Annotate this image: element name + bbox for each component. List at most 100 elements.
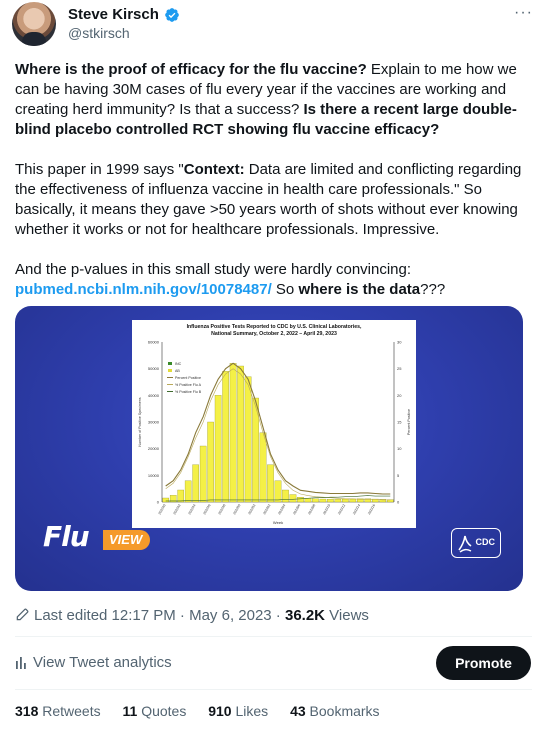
bold-context: Context: <box>183 161 245 178</box>
tweet-media-image[interactable]: 0 10000 20000 30000 40000 50000 60000 0 5 10 15 20 2… <box>15 306 523 591</box>
bar <box>162 497 170 503</box>
chart-card: 0 10000 20000 30000 40000 50000 60000 0 5 10 15 20 2… <box>132 320 416 528</box>
x-tick-label: 202306 <box>292 503 301 515</box>
x-tick-label: 202304 <box>277 503 286 515</box>
y-tick-label: 20000 <box>148 446 160 451</box>
y-tick-label: 10000 <box>148 473 160 478</box>
bar <box>327 499 334 503</box>
x-tick-label: 202246 <box>202 503 211 515</box>
paragraph-text: This paper in 1999 says " <box>15 161 184 178</box>
y-tick-label: 60000 <box>148 340 160 345</box>
hhs-eagle-icon <box>458 535 472 553</box>
flu-a-line <box>165 368 391 501</box>
tweet-paragraph-3: And the p-values in this small study wer… <box>15 260 525 300</box>
bar <box>229 363 237 503</box>
likes-label: Likes <box>235 703 269 719</box>
y-tick-label: 30000 <box>148 420 160 425</box>
paragraph-text: ??? <box>420 281 446 298</box>
bar <box>244 376 252 503</box>
x-tick-label: 202314 <box>352 503 361 515</box>
bar <box>267 464 274 503</box>
avatar[interactable] <box>12 2 56 46</box>
bar <box>184 480 192 503</box>
paragraph-text: So <box>271 281 299 298</box>
y-tick-label: 40000 <box>148 393 160 398</box>
more-options-icon[interactable]: ··· <box>514 4 533 22</box>
x-tick-label: 202312 <box>337 503 346 515</box>
legend-label: INC <box>175 362 182 366</box>
verified-badge-icon <box>165 8 179 22</box>
y-axis-label: Number of Positive Specimens <box>138 397 142 446</box>
bar <box>274 480 282 503</box>
cdc-text: CDC <box>475 537 496 547</box>
tweet-header: Steve Kirsch @stkirsch ··· <box>12 2 535 46</box>
flu-chart: 0100002000030000400005000060000051015202… <box>138 340 411 526</box>
tweet-text: Where is the proof of efficacy for the f… <box>15 60 525 320</box>
bar <box>289 494 297 503</box>
bookmarks-label: Bookmarks <box>309 703 380 719</box>
retweets-stat[interactable]: 318 Retweets <box>15 703 101 719</box>
bar <box>177 489 185 503</box>
views-label: Views <box>325 607 369 624</box>
bookmarks-stat[interactable]: 43 Bookmarks <box>290 703 380 719</box>
retweets-label: Retweets <box>42 703 101 719</box>
cdc-logo: CDC <box>451 528 501 558</box>
likes-count: 910 <box>208 703 232 719</box>
x-tick-label: 202244 <box>187 503 196 515</box>
x-tick-label: 202310 <box>322 503 331 515</box>
analytics-icon <box>16 657 26 669</box>
divider <box>15 636 532 637</box>
likes-stat[interactable]: 910 Likes <box>208 703 268 719</box>
bar <box>259 432 267 503</box>
tweet-meta: Last edited 12:17 PM · May 6, 2023 · 36.… <box>15 607 369 624</box>
y-tick-label-right: 30 <box>397 340 402 345</box>
x-tick-label: 202316 <box>367 503 376 515</box>
legend-label: % Positive Flu B <box>175 390 202 394</box>
x-tick-label: 202252 <box>247 503 256 515</box>
bar <box>222 371 229 503</box>
bar <box>237 365 244 503</box>
legend-label: % Positive Flu A <box>175 383 202 387</box>
analytics-label: View Tweet analytics <box>33 654 172 671</box>
edit-pencil-icon <box>16 608 29 621</box>
quotes-stat[interactable]: 11 Quotes <box>123 703 187 719</box>
chart-title: Influenza Positive Tests Reported to CDC… <box>132 324 416 338</box>
bar <box>282 489 289 503</box>
legend-label: AB <box>175 369 180 373</box>
logo-flu-text: Flu <box>43 520 90 553</box>
y-tick-label-right: 15 <box>397 420 402 425</box>
promote-button[interactable]: Promote <box>436 646 531 680</box>
y-tick-label-right: 0 <box>397 500 400 505</box>
legend-swatch <box>168 362 172 365</box>
pubmed-link[interactable]: pubmed.ncbi.nlm.nih.gov/10078487/ <box>15 281 272 298</box>
bar <box>342 498 349 503</box>
bar <box>304 498 312 503</box>
bold-question: Where is the proof of efficacy for the f… <box>15 61 367 78</box>
quotes-label: Quotes <box>141 703 187 719</box>
x-axis-label: Week <box>273 520 283 525</box>
retweets-count: 318 <box>15 703 39 719</box>
author-handle[interactable]: @stkirsch <box>68 25 130 41</box>
bar <box>349 498 357 503</box>
y-axis-right-label: Percent Positive <box>407 409 411 435</box>
x-tick-label: 202242 <box>172 503 181 515</box>
bold-where-data: where is the data <box>298 281 421 298</box>
author-name[interactable]: Steve Kirsch <box>68 6 159 23</box>
bar <box>319 498 327 503</box>
y-tick-label-right: 20 <box>397 393 402 398</box>
legend-swatch <box>168 369 172 372</box>
last-edited-text[interactable]: Last edited 12:17 PM · May 6, 2023 · <box>34 607 285 624</box>
tweet-paragraph-2: This paper in 1999 says "Context: Data a… <box>15 160 525 240</box>
view-analytics-link[interactable]: View Tweet analytics <box>15 654 172 671</box>
tweet-paragraph-1: Where is the proof of efficacy for the f… <box>15 60 525 140</box>
x-tick-label: 202248 <box>217 503 226 515</box>
x-tick-label: 202308 <box>307 503 316 515</box>
divider <box>15 689 532 690</box>
paragraph-text: And the p-values in this small study wer… <box>15 261 412 278</box>
chart-title-line-1: Influenza Positive Tests Reported to CDC… <box>186 324 362 330</box>
y-tick-label-right: 25 <box>397 366 402 371</box>
engagement-stats: 318 Retweets 11 Quotes 910 Likes 43 Book… <box>15 703 398 719</box>
bar <box>297 497 304 503</box>
logo-view-text: VIEW <box>103 530 151 550</box>
legend-label: Percent Positive <box>175 376 201 380</box>
